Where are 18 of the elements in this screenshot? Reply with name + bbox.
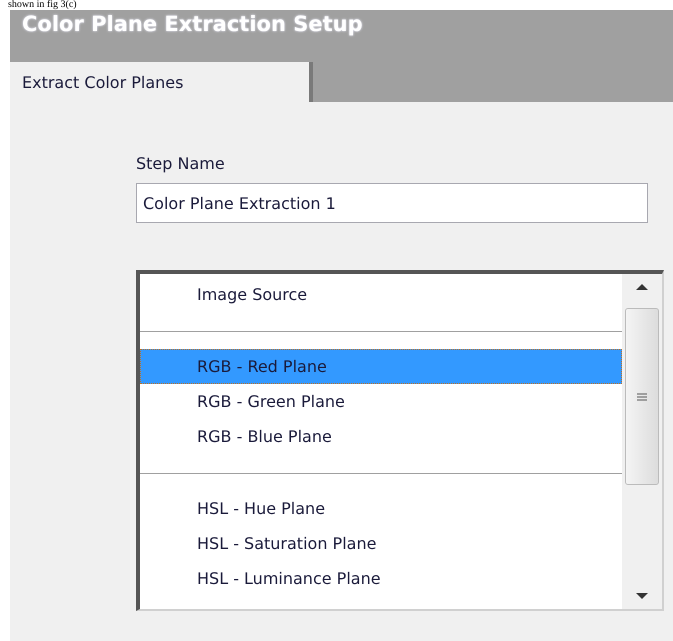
list-item[interactable]: RGB - Green Plane	[140, 384, 622, 419]
grip-icon	[637, 392, 647, 400]
tab[interactable]: Extract Color Planes	[10, 62, 313, 102]
list-item[interactable]: Image Source	[140, 277, 622, 312]
scroll-up-icon[interactable]	[636, 284, 648, 290]
list-item[interactable]: HSL - Saturation Plane	[140, 526, 622, 561]
scroll-down-icon[interactable]	[636, 593, 648, 599]
caption-text: shown in fig 3(c)	[8, 0, 77, 10]
window-title: Color Plane Extraction Setup	[22, 11, 363, 38]
list-item[interactable]: RGB - Red Plane	[140, 349, 622, 384]
scroll-thumb[interactable]	[625, 308, 659, 485]
field-label: Step Name	[136, 154, 225, 173]
plane-list[interactable]: Image Source RGB - Red Plane RGB - Green Plane RGB - Blue Plane HSL - Hue Plane HSL - Saturation Plane HSL - Luminance Plane	[136, 270, 664, 611]
list-item[interactable]: RGB - Blue Plane	[140, 419, 622, 454]
list-item[interactable]: HSL - Hue Plane	[140, 491, 622, 526]
scrollbar[interactable]	[622, 274, 662, 609]
list-item[interactable]: HSL - Luminance Plane	[140, 561, 622, 596]
step-name-field[interactable]: Color Plane Extraction 1	[136, 183, 648, 223]
